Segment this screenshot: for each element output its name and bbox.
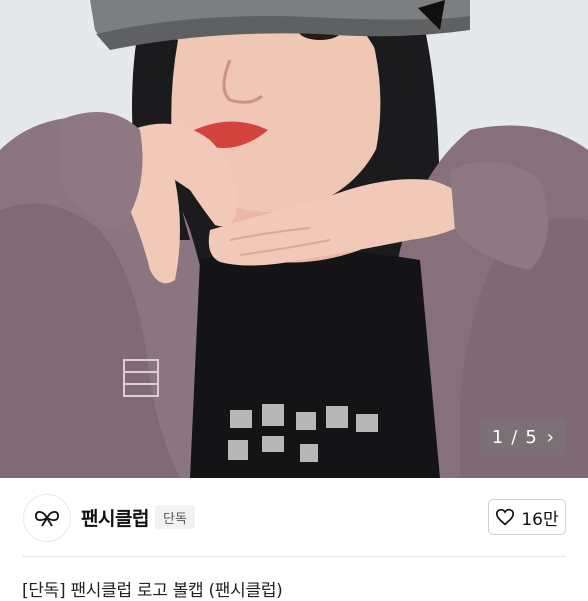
total-images: 5 [525,426,537,448]
counter-separator: / [511,426,518,448]
store-name[interactable]: 팬시클럽 [81,504,149,531]
current-image-index: 1 [491,426,504,448]
product-title: [단독] 팬시클럽 로고 볼캡 (팬시클럽) [22,581,283,601]
bow-logo-icon [35,510,59,527]
like-count: 16만 [521,509,559,530]
model-photo [0,0,588,478]
store-logo[interactable] [23,494,71,542]
like-button[interactable]: 16만 [488,499,566,535]
image-counter[interactable]: 1 / 5 › [480,419,566,455]
divider [22,556,566,557]
exclusive-badge: 단독 [155,505,195,529]
chevron-right-icon[interactable]: › [547,427,554,448]
product-image[interactable]: 1 / 5 › [0,0,588,478]
heart-icon [496,508,515,526]
